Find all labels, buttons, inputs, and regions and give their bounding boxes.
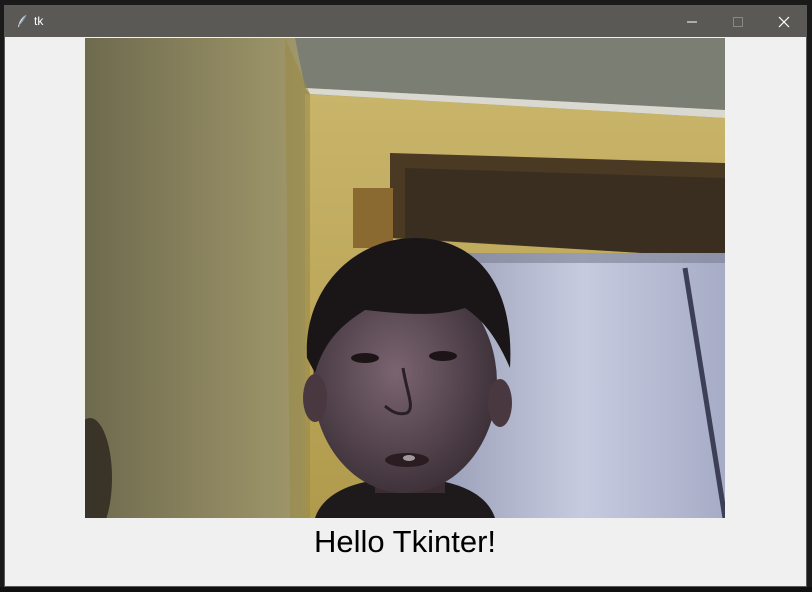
hello-label: Hello Tkinter!	[313, 524, 497, 559]
close-button[interactable]	[761, 6, 807, 37]
tk-window: tk Hello Tkinter!	[4, 5, 807, 587]
window-title: tk	[34, 14, 44, 28]
minimize-button[interactable]	[669, 6, 715, 37]
feather-icon	[18, 14, 27, 27]
maximize-button[interactable]	[715, 6, 761, 37]
window-client-area: Hello Tkinter!	[5, 37, 806, 586]
title-bar[interactable]: tk	[5, 6, 806, 37]
close-icon	[778, 16, 790, 27]
minimize-icon	[687, 21, 697, 22]
maximize-icon	[733, 16, 743, 27]
webcam-image	[85, 38, 725, 518]
desktop-taskbar-edge	[0, 587, 812, 592]
webcam-frame	[85, 38, 725, 518]
